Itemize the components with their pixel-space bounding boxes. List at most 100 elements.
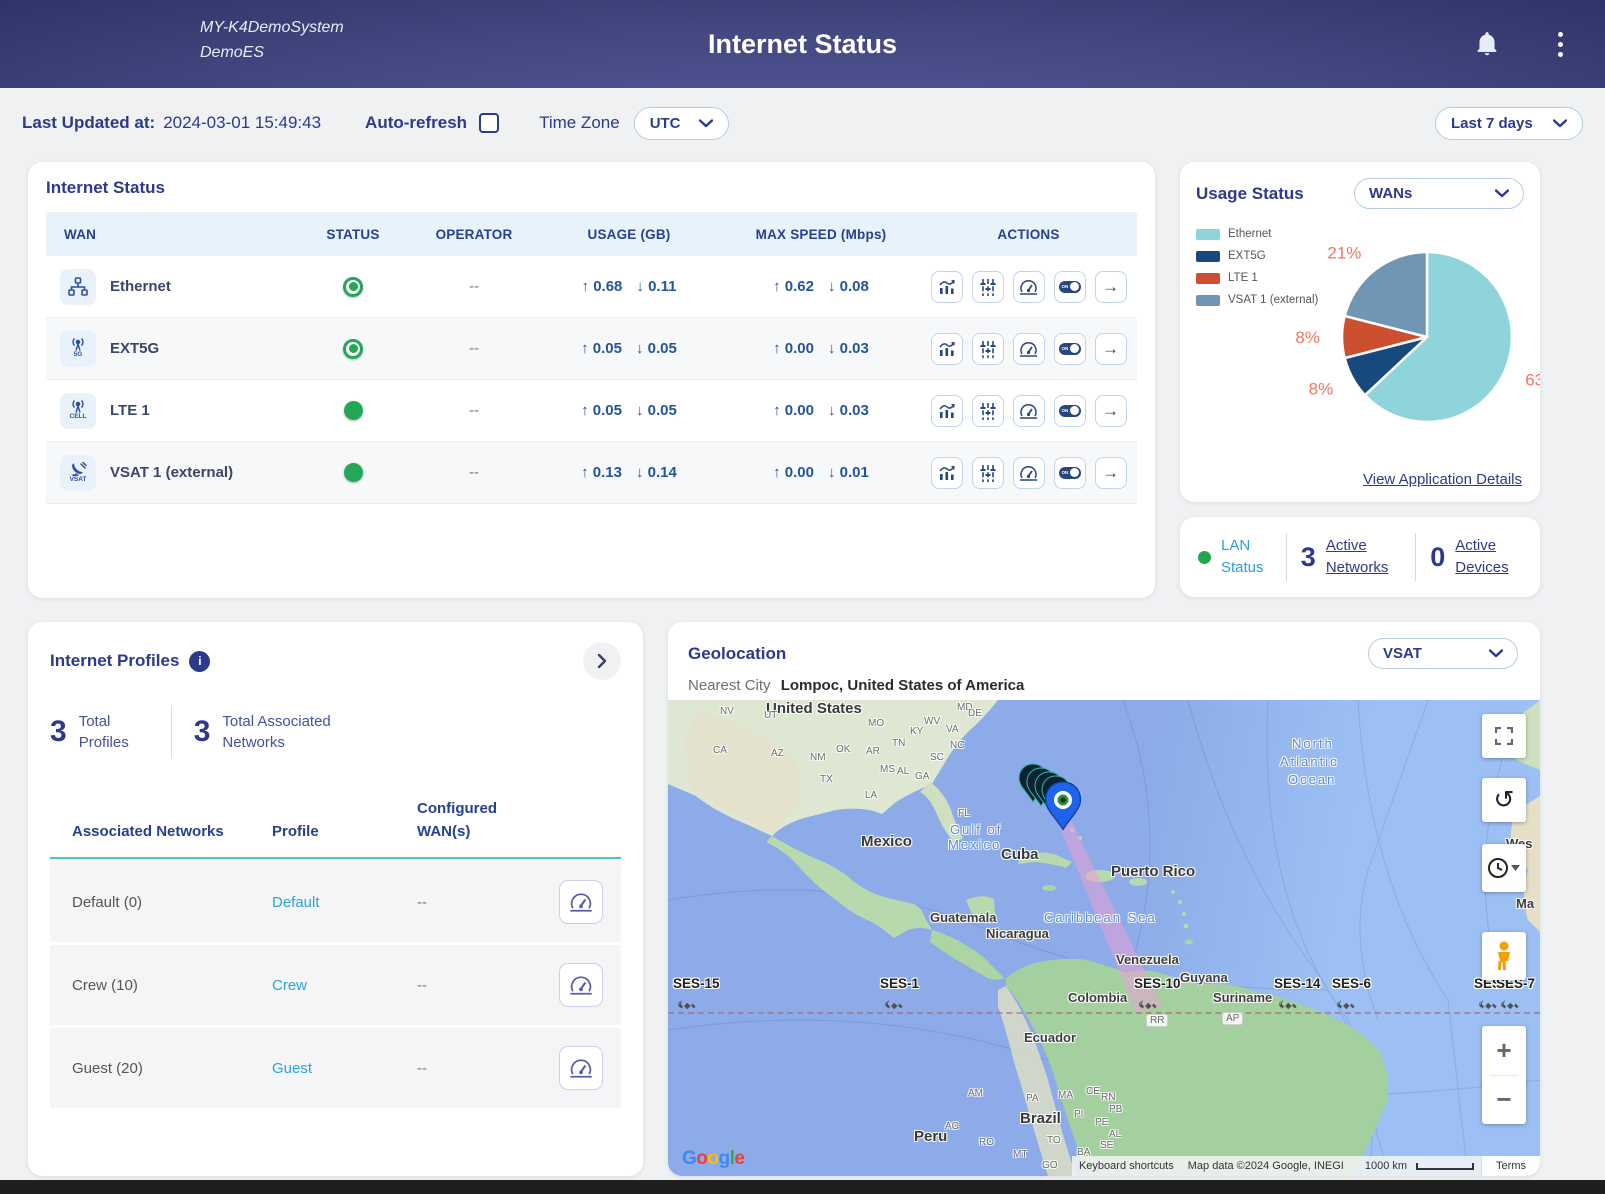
- map-label-state: MT: [1013, 1149, 1027, 1160]
- usage-pie-chart: 63%8%8%21%: [1180, 162, 1540, 482]
- wan-speedtest-button[interactable]: [1013, 271, 1045, 303]
- wan-details-button[interactable]: →: [1095, 395, 1127, 427]
- zoom-in-button[interactable]: +: [1482, 1026, 1526, 1075]
- map-label-water: North: [1292, 736, 1334, 751]
- wan-speedtest-button[interactable]: [1013, 457, 1045, 489]
- wan-details-button[interactable]: →: [1095, 457, 1127, 489]
- wan-details-button[interactable]: →: [1095, 333, 1127, 365]
- wan-settings-button[interactable]: [972, 395, 1004, 427]
- info-icon[interactable]: i: [189, 651, 210, 672]
- nearest-city-value: Lompoc, United States of America: [781, 677, 1025, 694]
- col-actions: ACTIONS: [920, 227, 1137, 242]
- satellite-label-ses-14[interactable]: SES-14: [1274, 976, 1321, 991]
- wan-enable-toggle[interactable]: ON: [1054, 395, 1086, 427]
- satellite-icon[interactable]: [677, 998, 697, 1014]
- view-application-details-link[interactable]: View Application Details: [1363, 471, 1522, 488]
- active-devices-link[interactable]: Active Devices: [1455, 535, 1522, 579]
- reset-orientation-button[interactable]: ↺: [1482, 778, 1526, 822]
- wan-analytics-button[interactable]: [931, 457, 963, 489]
- wan-table-header: WAN STATUS OPERATOR USAGE (GB) MAX SPEED…: [46, 212, 1137, 256]
- wan-name: VSAT 1 (external): [110, 464, 233, 481]
- terms-link[interactable]: Terms: [1481, 1156, 1540, 1176]
- chevron-down-icon: [1489, 649, 1503, 658]
- map-label-state: UT: [764, 710, 777, 721]
- equator-line: [668, 1012, 1540, 1014]
- upload-arrow-icon: ↑: [773, 464, 781, 481]
- legend-item: EXT5G: [1196, 250, 1318, 262]
- profile-link[interactable]: Default: [272, 894, 417, 911]
- profile-speedtest-button[interactable]: [559, 1046, 603, 1090]
- geolocation-source-select[interactable]: VSAT: [1368, 638, 1518, 669]
- map-label-state: NM: [810, 752, 826, 763]
- time-slider-button[interactable]: [1482, 844, 1526, 892]
- wan-enable-toggle[interactable]: ON: [1054, 271, 1086, 303]
- profile-link[interactable]: Guest: [272, 1060, 417, 1077]
- map-label-country: Venezuela: [1116, 952, 1179, 967]
- profile-speedtest-button[interactable]: [559, 963, 603, 1007]
- lan-status-card: LAN Status 3 Active Networks 0 Active De…: [1180, 517, 1540, 597]
- satellite-icon[interactable]: [1278, 998, 1298, 1014]
- total-profiles-count: 3: [50, 715, 67, 749]
- satellite-label-ses-10[interactable]: SES-10: [1134, 976, 1181, 991]
- auto-refresh-checkbox[interactable]: [479, 113, 499, 133]
- google-map[interactable]: United StatesMexicoCubaPuerto RicoGuatem…: [668, 700, 1540, 1176]
- time-zone-value: UTC: [650, 115, 681, 132]
- legend-label: VSAT 1 (external): [1228, 294, 1318, 306]
- keyboard-shortcuts-link[interactable]: Keyboard shortcuts: [1072, 1160, 1181, 1172]
- active-networks-link[interactable]: Active Networks: [1326, 535, 1402, 579]
- legend-swatch-ext5g: [1196, 251, 1220, 262]
- satellite-icon[interactable]: [1500, 998, 1520, 1014]
- wan-settings-button[interactable]: [972, 271, 1004, 303]
- vessel-marker-cluster[interactable]: [1011, 756, 1101, 852]
- satellite-icon[interactable]: [1138, 998, 1158, 1014]
- satellite-icon[interactable]: [1336, 998, 1356, 1014]
- wan-settings-button[interactable]: [972, 333, 1004, 365]
- date-range-select[interactable]: Last 7 days: [1435, 107, 1583, 140]
- usage-status-card: Usage Status WANs Ethernet EXT5G LTE 1 V…: [1180, 162, 1540, 502]
- wan-analytics-button[interactable]: [931, 271, 963, 303]
- wan-operator: --: [412, 402, 536, 419]
- app-header: MY-K4DemoSystem DemoES Internet Status: [0, 0, 1605, 88]
- wan-type-icon: 5G: [60, 331, 96, 367]
- map-label-state: CE: [1086, 1086, 1100, 1097]
- map-scale-text: 1000 km: [1358, 1160, 1414, 1172]
- time-zone-select[interactable]: UTC: [634, 107, 729, 140]
- google-logo: Google: [682, 1148, 744, 1170]
- map-label-state: AL: [1109, 1129, 1121, 1140]
- upload-arrow-icon: ↑: [581, 402, 589, 419]
- wan-speedtest-button[interactable]: [1013, 333, 1045, 365]
- map-label-country-lg: Brazil: [1020, 1110, 1061, 1127]
- wan-analytics-button[interactable]: [931, 333, 963, 365]
- notifications-bell-icon[interactable]: [1474, 30, 1500, 58]
- profiles-table: Associated Networks Profile Configured W…: [50, 798, 621, 1108]
- map-label-water: Atlantic: [1280, 754, 1339, 769]
- wan-speedtest-button[interactable]: [1013, 395, 1045, 427]
- rotate-ccw-icon: ↺: [1494, 788, 1515, 813]
- satellite-label-ses-6[interactable]: SES-6: [1332, 976, 1371, 991]
- wan-details-button[interactable]: →: [1095, 271, 1127, 303]
- expand-profiles-button[interactable]: [583, 642, 621, 680]
- download-arrow-icon: ↓: [636, 278, 644, 295]
- configured-wans: --: [417, 1060, 547, 1077]
- map-label-water: Gulf of: [950, 822, 1002, 837]
- satellite-icon[interactable]: [884, 998, 904, 1014]
- page-title: Internet Status: [0, 29, 1605, 60]
- overflow-menu-icon[interactable]: [1558, 32, 1563, 57]
- map-label-country: Suriname: [1213, 990, 1272, 1005]
- profile-link[interactable]: Crew: [272, 977, 417, 994]
- legend-swatch-ethernet: [1196, 229, 1220, 240]
- profile-speedtest-button[interactable]: [559, 880, 603, 924]
- legend-item: LTE 1: [1196, 272, 1318, 284]
- fullscreen-button[interactable]: [1482, 714, 1526, 758]
- zoom-out-button[interactable]: −: [1482, 1076, 1526, 1125]
- satellite-label-ses-1[interactable]: SES-1: [880, 976, 919, 991]
- satellite-icon[interactable]: [1478, 998, 1498, 1014]
- wan-analytics-button[interactable]: [931, 395, 963, 427]
- status-connected-icon: [343, 277, 363, 297]
- satellite-label-ses-15[interactable]: SES-15: [673, 976, 720, 991]
- wan-enable-toggle[interactable]: ON: [1054, 333, 1086, 365]
- wan-enable-toggle[interactable]: ON: [1054, 457, 1086, 489]
- wan-settings-button[interactable]: [972, 457, 1004, 489]
- pegman-control[interactable]: [1482, 932, 1526, 980]
- legend-item: VSAT 1 (external): [1196, 294, 1318, 306]
